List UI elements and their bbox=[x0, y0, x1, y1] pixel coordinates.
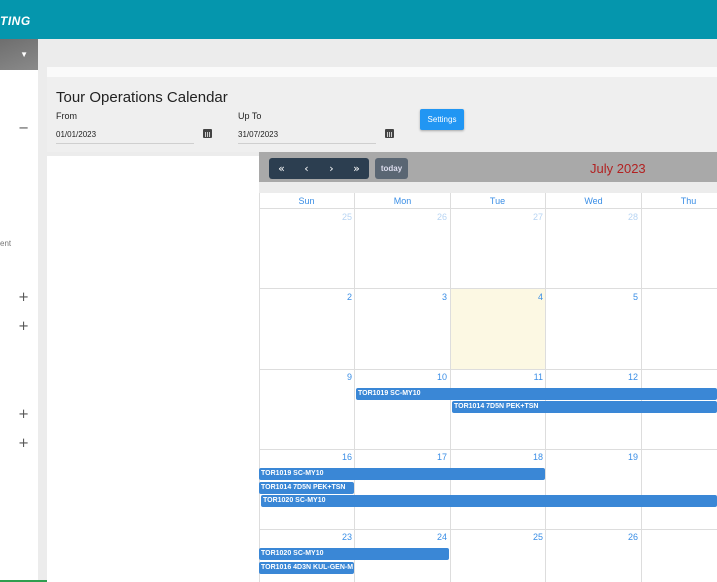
from-label: From bbox=[56, 111, 77, 121]
today-button[interactable]: today bbox=[375, 158, 408, 179]
grid-line bbox=[354, 193, 355, 582]
day-number[interactable]: 23 bbox=[322, 532, 352, 542]
next-year-button[interactable]: » bbox=[344, 158, 369, 179]
weekday-header: Sun bbox=[298, 196, 315, 206]
event-bar[interactable]: TOR1019 SC-MY10 bbox=[259, 468, 545, 480]
event-bar[interactable]: TOR1020 SC-MY10 bbox=[261, 495, 717, 507]
from-field-underline bbox=[56, 143, 194, 144]
grid-line bbox=[259, 288, 717, 289]
prev-month-button[interactable]: ‹ bbox=[294, 158, 319, 179]
weekday-header: Wed bbox=[584, 196, 603, 206]
weekday-header: Mon bbox=[393, 196, 412, 206]
day-number[interactable]: 28 bbox=[608, 212, 638, 222]
event-bar[interactable]: TOR1020 SC-MY10 bbox=[259, 548, 449, 560]
day-number[interactable]: 25 bbox=[322, 212, 352, 222]
day-number[interactable]: 12 bbox=[608, 372, 638, 382]
day-number[interactable]: 10 bbox=[417, 372, 447, 382]
grid-line bbox=[259, 529, 717, 530]
from-date-field[interactable]: 01/01/2023 bbox=[56, 130, 96, 139]
to-field-underline bbox=[238, 143, 376, 144]
day-number[interactable]: 26 bbox=[608, 532, 638, 542]
plus-icon[interactable]: + bbox=[18, 319, 29, 334]
day-number[interactable]: 3 bbox=[417, 292, 447, 302]
day-number[interactable]: 26 bbox=[417, 212, 447, 222]
event-bar[interactable]: TOR1014 7D5N PEK+TSN bbox=[452, 401, 717, 413]
brand-logo[interactable]: TING bbox=[0, 14, 31, 28]
calendar-nav: « ‹ › » bbox=[269, 158, 369, 179]
page-title: Tour Operations Calendar bbox=[56, 89, 228, 106]
minus-icon[interactable]: − bbox=[18, 121, 29, 136]
event-bar[interactable]: TOR1019 SC-MY10 bbox=[356, 388, 717, 400]
to-label: Up To bbox=[238, 111, 262, 121]
sidebar-item-label[interactable]: ent bbox=[0, 239, 11, 248]
prev-year-button[interactable]: « bbox=[269, 158, 294, 179]
event-bar[interactable]: TOR1016 4D3N KUL-GEN-M bbox=[259, 562, 354, 574]
grid-line bbox=[259, 449, 717, 450]
settings-button[interactable]: Settings bbox=[420, 109, 464, 130]
weekday-header: Tue bbox=[489, 196, 506, 206]
weekday-header-row: Sun Mon Tue Wed Thu bbox=[259, 193, 717, 209]
next-month-button[interactable]: › bbox=[319, 158, 344, 179]
day-number[interactable]: 5 bbox=[608, 292, 638, 302]
top-bar: TING bbox=[0, 0, 717, 39]
day-number[interactable]: 2 bbox=[322, 292, 352, 302]
day-number[interactable]: 4 bbox=[513, 292, 543, 302]
plus-icon[interactable]: + bbox=[18, 407, 29, 422]
plus-icon[interactable]: + bbox=[18, 290, 29, 305]
event-bar[interactable]: TOR1014 7D5N PEK+TSN bbox=[259, 482, 354, 494]
weekday-header: Thu bbox=[680, 196, 697, 206]
calendar-grid: Sun Mon Tue Wed Thu 25 26 27 28 2 3 4 5 … bbox=[259, 193, 717, 582]
sidebar-header[interactable]: ▼ bbox=[0, 39, 38, 70]
day-number[interactable]: 17 bbox=[417, 452, 447, 462]
month-title: July 2023 bbox=[590, 161, 646, 176]
grid-line bbox=[259, 193, 260, 582]
left-panel bbox=[47, 156, 259, 582]
top-strip bbox=[47, 67, 717, 77]
day-number[interactable]: 9 bbox=[322, 372, 352, 382]
day-number[interactable]: 24 bbox=[417, 532, 447, 542]
calendar-icon[interactable] bbox=[385, 129, 394, 138]
sidebar: ▼ − ent + + + + bbox=[0, 39, 38, 582]
plus-icon[interactable]: + bbox=[18, 436, 29, 451]
day-number[interactable]: 19 bbox=[608, 452, 638, 462]
day-number[interactable]: 25 bbox=[513, 532, 543, 542]
to-date-field[interactable]: 31/07/2023 bbox=[238, 130, 278, 139]
grid-line bbox=[259, 369, 717, 370]
day-number[interactable]: 18 bbox=[513, 452, 543, 462]
day-number[interactable]: 27 bbox=[513, 212, 543, 222]
day-number[interactable]: 16 bbox=[322, 452, 352, 462]
day-number[interactable]: 11 bbox=[513, 372, 543, 382]
caret-down-icon[interactable]: ▼ bbox=[20, 50, 28, 59]
calendar-icon[interactable] bbox=[203, 129, 212, 138]
